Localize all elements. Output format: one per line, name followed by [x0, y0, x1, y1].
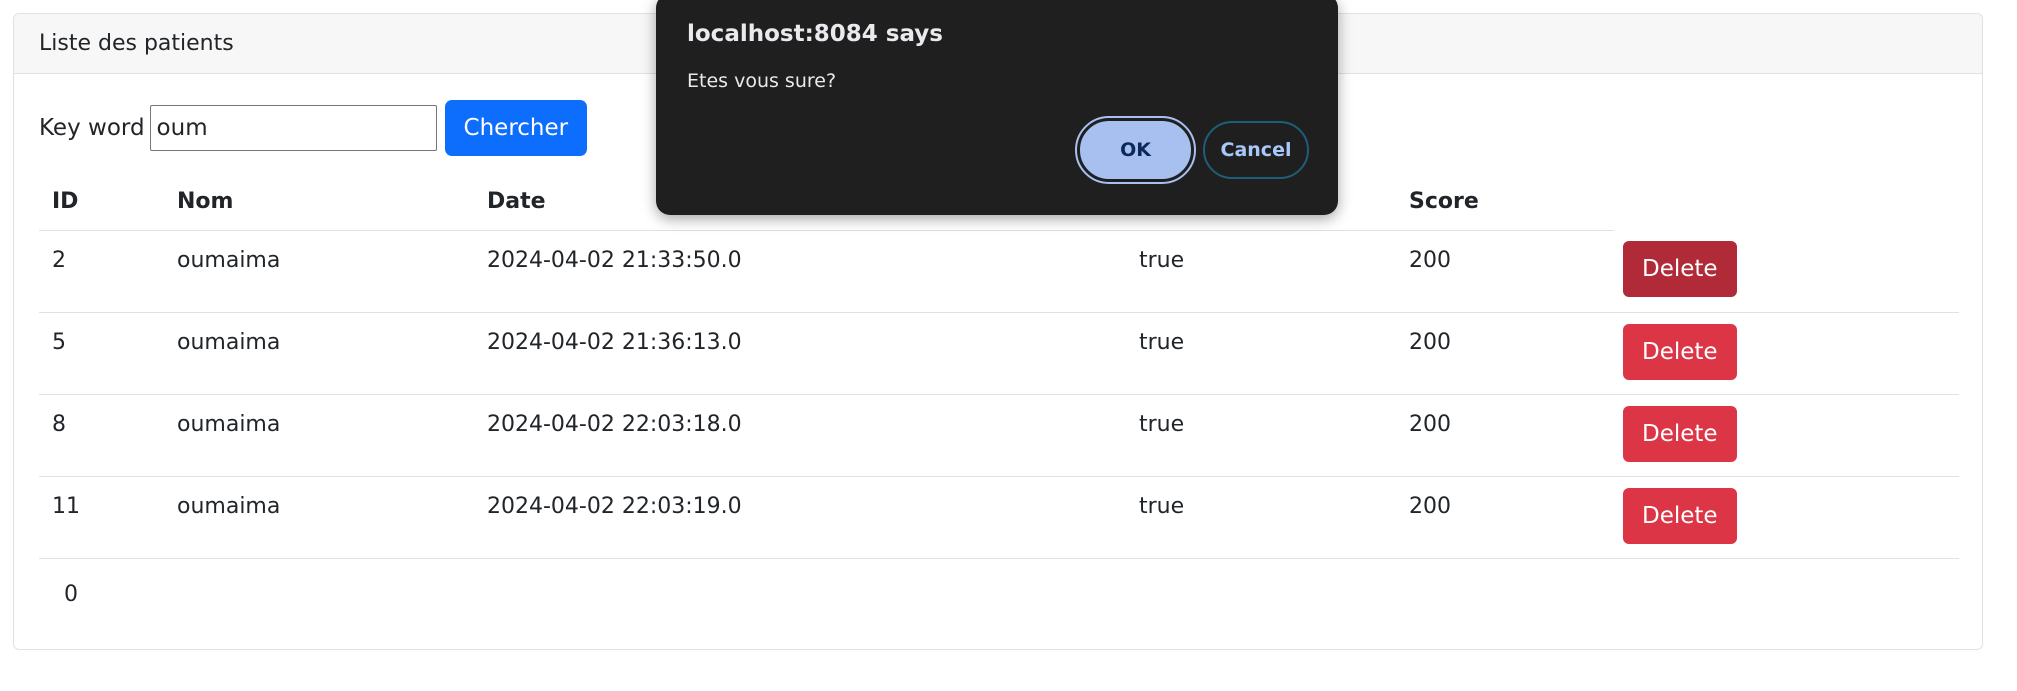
cell-action: Delete	[1614, 230, 1959, 313]
cell-nom: oumaima	[164, 312, 474, 395]
dialog-cancel-button[interactable]: Cancel	[1203, 121, 1309, 179]
table-row: 5 oumaima 2024-04-02 21:36:13.0 true 200…	[39, 312, 1959, 395]
cell-id: 8	[39, 394, 164, 477]
column-header-id: ID	[39, 174, 164, 231]
cell-malade: true	[1126, 312, 1396, 395]
pagination: 0	[64, 582, 78, 607]
cell-score: 200	[1396, 476, 1614, 559]
delete-button[interactable]: Delete	[1623, 487, 1737, 544]
cell-action: Delete	[1614, 476, 1959, 559]
column-header-action	[1614, 174, 1959, 230]
cell-date: 2024-04-02 22:03:18.0	[474, 394, 1126, 477]
cell-score: 200	[1396, 230, 1614, 313]
table-row: 8 oumaima 2024-04-02 22:03:18.0 true 200…	[39, 394, 1959, 477]
delete-button[interactable]: Delete	[1623, 241, 1737, 297]
delete-button[interactable]: Delete	[1623, 405, 1737, 462]
cell-nom: oumaima	[164, 476, 474, 559]
dialog-message: Etes vous sure?	[687, 70, 837, 92]
cell-malade: true	[1126, 230, 1396, 313]
cell-date: 2024-04-02 21:33:50.0	[474, 230, 1126, 313]
cell-action: Delete	[1614, 312, 1959, 395]
table-row: 2 oumaima 2024-04-02 21:33:50.0 true 200…	[39, 230, 1959, 313]
page-link-0[interactable]: 0	[64, 582, 78, 607]
cell-malade: true	[1126, 476, 1396, 559]
cell-nom: oumaima	[164, 394, 474, 477]
cell-nom: oumaima	[164, 230, 474, 313]
cell-id: 2	[39, 230, 164, 313]
cell-score: 200	[1396, 312, 1614, 395]
column-header-nom: Nom	[164, 174, 474, 231]
dialog-title: localhost:8084 says	[687, 21, 943, 47]
cell-id: 11	[39, 476, 164, 559]
column-header-score: Score	[1396, 174, 1614, 231]
patients-table: ID Nom Date Score 2 oumaima 2024-04-02 2…	[39, 174, 1959, 559]
cell-date: 2024-04-02 22:03:19.0	[474, 476, 1126, 559]
delete-button[interactable]: Delete	[1623, 323, 1737, 380]
cell-score: 200	[1396, 394, 1614, 477]
cell-action: Delete	[1614, 394, 1959, 477]
dialog-ok-button[interactable]: OK	[1075, 116, 1196, 184]
search-input[interactable]	[149, 105, 437, 151]
cell-date: 2024-04-02 21:36:13.0	[474, 312, 1126, 395]
cell-id: 5	[39, 312, 164, 395]
search-button[interactable]: Chercher	[444, 100, 588, 156]
search-form: Key word Chercher	[39, 100, 588, 156]
table-row: 11 oumaima 2024-04-02 22:03:19.0 true 20…	[39, 476, 1959, 559]
search-label: Key word	[39, 115, 145, 141]
cell-malade: true	[1126, 394, 1396, 477]
confirm-dialog: localhost:8084 says Etes vous sure? OK C…	[656, 0, 1338, 215]
